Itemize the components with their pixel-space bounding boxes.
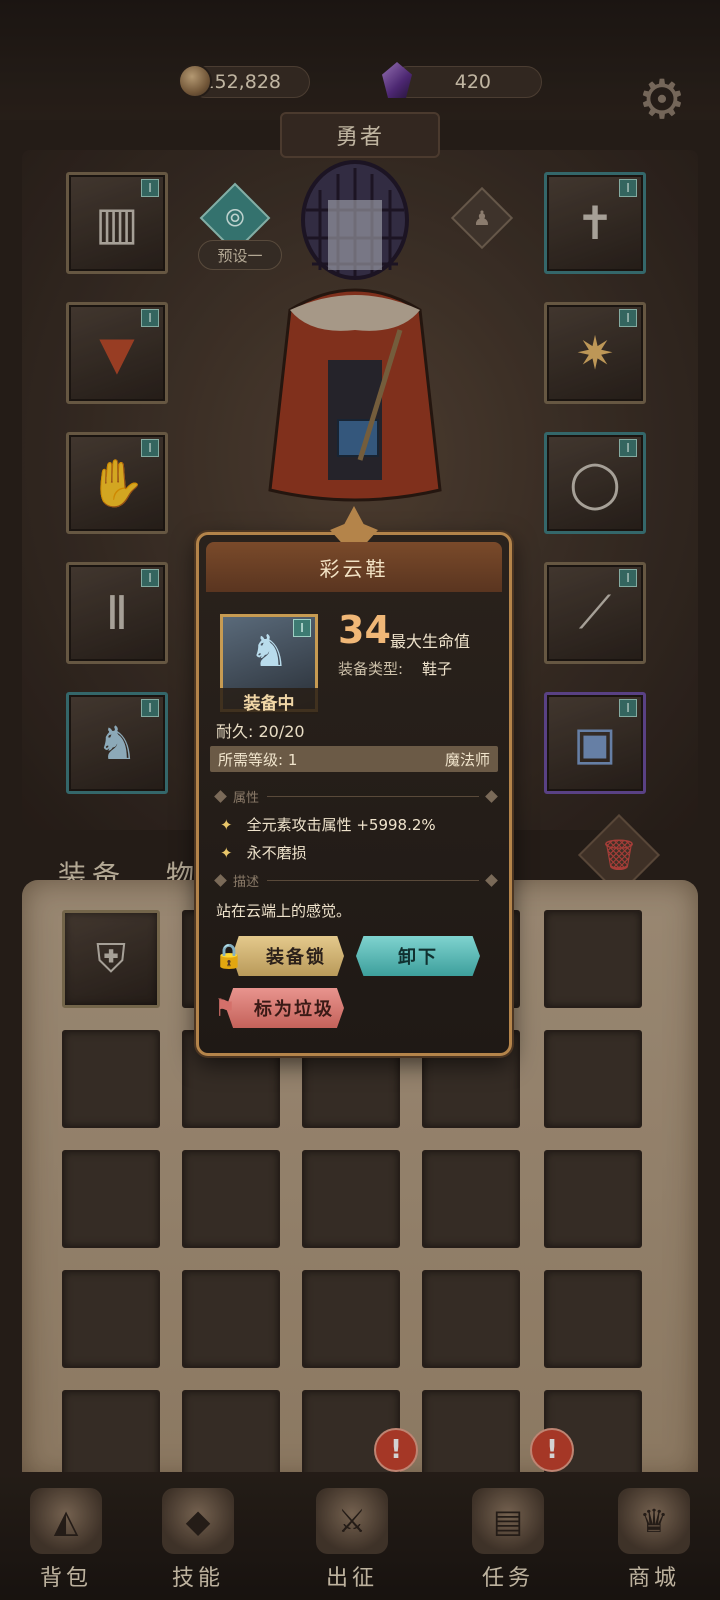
item-name: 彩云鞋 [319,556,389,581]
stat-value: 34 [338,608,391,652]
sparkle-icon: ✦ [220,815,233,834]
attribute-line: ✦ 永不磨损 [220,842,307,863]
equipped-tag: 装备中 [220,688,318,714]
requirement-row: 所需等级: 1 魔法师 [210,746,498,772]
attributes-header: 属性 [214,786,498,806]
divider-diamond [485,873,498,887]
unequip-button[interactable]: 卸下 [356,936,480,976]
junk-label: 标为垃圾 [254,999,334,1020]
tier-badge: I [293,619,311,637]
attribute-text: 全元素攻击属性 +5998.2% [246,816,436,834]
divider-line [267,879,479,881]
divider-diamond [214,789,227,803]
item-description: 站在云端上的感觉。 [216,902,352,920]
required-class: 魔法师 [444,750,490,769]
description-title: 描述 [233,874,260,890]
attribute-line: ✦ 全元素攻击属性 +5998.2% [220,814,436,835]
description-header: 描述 [214,870,498,890]
tooltip-header: 彩云鞋 [206,542,502,592]
sparkle-icon: ✦ [220,843,233,862]
divider-line [267,795,479,797]
junk-icon: ⚑ [214,994,236,1022]
lock-icon: 🔒 [214,942,244,970]
durability: 耐久: 20/20 [216,722,305,741]
divider-diamond [214,873,227,887]
type-label: 装备类型: [338,660,404,678]
lock-button[interactable]: 装备锁 [232,936,344,976]
required-level: 所需等级: 1 [218,750,298,769]
attributes-title: 属性 [233,790,260,806]
mark-junk-button[interactable]: 标为垃圾 [226,988,344,1028]
type-value: 鞋子 [422,660,453,678]
stat-name: 最大生命值 [390,632,471,651]
lock-label: 装备锁 [266,947,326,968]
divider-diamond [485,789,498,803]
unequip-label: 卸下 [398,947,438,968]
attribute-text: 永不磨损 [246,844,307,862]
